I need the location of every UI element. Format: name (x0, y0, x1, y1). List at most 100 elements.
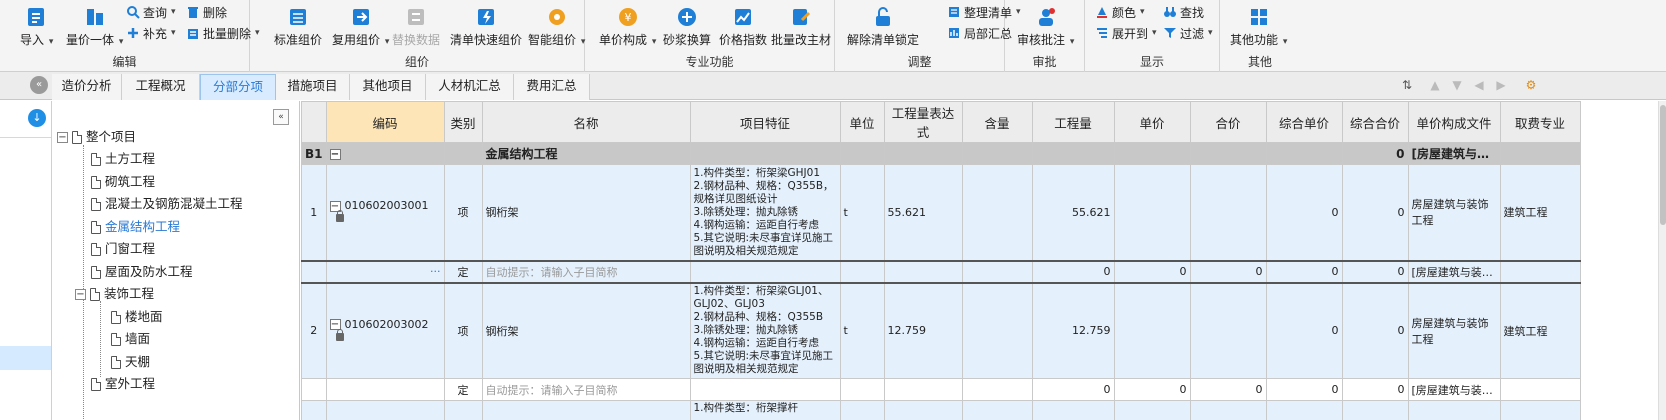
expression-cell[interactable] (883, 400, 963, 420)
tab-other-items[interactable]: 其他项目 (350, 74, 426, 100)
tree-node[interactable]: 砌筑工程 (91, 172, 155, 192)
column-header-quantity[interactable]: 工程量 (1031, 101, 1115, 143)
column-header-comp-total[interactable]: 综合合价 (1341, 101, 1409, 143)
content-cell[interactable] (961, 400, 1033, 420)
table-row-partial[interactable]: 1.构件类型：桁架撑杆 (301, 400, 1581, 420)
specialty-cell[interactable] (1499, 259, 1581, 284)
tree-node[interactable]: 室外工程 (91, 374, 155, 394)
unit-cell[interactable] (839, 400, 885, 420)
tree-node[interactable]: 天棚 (111, 352, 150, 372)
type-cell[interactable]: 项 (443, 164, 483, 261)
total-cell[interactable] (1189, 282, 1267, 379)
comp-total-cell[interactable]: 0 (1341, 378, 1409, 401)
specialty-cell[interactable] (1499, 378, 1581, 401)
reuse-price-button[interactable]: 复用组价 (332, 6, 389, 48)
comp-unit-price-cell[interactable] (1265, 400, 1343, 420)
code-cell[interactable]: −010602003001 (325, 164, 445, 261)
collapse-node-icon[interactable]: − (57, 131, 68, 143)
tree-node-selected[interactable]: 金属结构工程 (91, 217, 180, 237)
expression-cell[interactable] (883, 259, 963, 284)
column-header-price-file[interactable]: 单价构成文件 (1407, 101, 1501, 143)
quantity-cell[interactable] (1031, 142, 1115, 165)
unit-cell[interactable] (839, 259, 885, 284)
name-cell[interactable]: 自动提示：请输入子目简称 (481, 378, 691, 401)
content-cell[interactable] (961, 378, 1033, 401)
comp-unit-price-cell[interactable]: 0 (1265, 378, 1343, 401)
comp-unit-price-cell[interactable]: 0 (1265, 259, 1343, 284)
code-cell[interactable]: ··· (325, 259, 445, 284)
expand-to-button[interactable]: 展开到 (1095, 24, 1157, 42)
tree-node[interactable]: 屋面及防水工程 (91, 262, 193, 282)
unit-compose-button[interactable]: ¥ 单价构成 (599, 6, 656, 48)
feature-cell[interactable]: 1.构件类型：桁架撑杆 (689, 400, 841, 420)
table-row[interactable]: 定 自动提示：请输入子目简称 0 0 0 0 0 [房屋建筑与装… (301, 378, 1581, 401)
move-right-icon[interactable]: ▶ (1494, 78, 1508, 92)
section-row[interactable]: B1 − 金属结构工程 0 [房屋建筑与… (301, 142, 1581, 165)
name-cell[interactable]: 金属结构工程 (481, 142, 691, 165)
type-cell[interactable]: 定 (443, 259, 483, 284)
type-cell[interactable]: 项 (443, 282, 483, 379)
feature-cell[interactable] (689, 259, 841, 284)
comp-total-cell[interactable] (1341, 400, 1409, 420)
table-row[interactable]: 1 −010602003001 项 钢桁架 1.构件类型：桁架梁GHJ01 2.… (301, 164, 1581, 261)
column-header-specialty[interactable]: 取费专业 (1499, 101, 1581, 143)
total-cell[interactable]: 0 (1189, 259, 1267, 284)
selected-nav-item[interactable] (0, 346, 51, 370)
comp-unit-price-cell[interactable]: 0 (1265, 282, 1343, 379)
quantity-cell[interactable]: 0 (1031, 259, 1115, 284)
content-cell[interactable] (961, 164, 1033, 261)
import-button[interactable]: 导入 (20, 6, 53, 48)
feature-cell[interactable] (689, 142, 841, 165)
price-file-cell[interactable]: 房屋建筑与装饰工程 (1407, 164, 1501, 261)
comp-total-cell[interactable]: 0 (1341, 259, 1409, 284)
column-header-feature[interactable]: 项目特征 (689, 101, 841, 143)
comp-total-cell[interactable]: 0 (1341, 282, 1409, 379)
collapse-row-icon[interactable]: − (329, 148, 341, 160)
delete-button[interactable]: 删除 (186, 3, 227, 21)
move-left-icon[interactable]: ◀ (1472, 78, 1486, 92)
filter-button[interactable]: 过滤 (1163, 24, 1213, 42)
batch-delete-button[interactable]: 批量删除 (186, 24, 260, 42)
settings-icon[interactable]: ⚙ (1524, 78, 1538, 92)
more-options-icon[interactable]: ··· (430, 265, 441, 278)
column-header-type[interactable]: 类别 (443, 101, 483, 143)
unit-price-cell[interactable] (1113, 400, 1191, 420)
tree-node[interactable]: 门窗工程 (91, 239, 155, 259)
feature-cell[interactable]: 1.构件类型：桁架梁GHJ01 2.钢材品种、规格：Q355B，规格详见图纸设计… (689, 164, 841, 261)
type-cell[interactable] (443, 142, 483, 165)
unlock-list-button[interactable]: 解除清单锁定 (847, 6, 919, 48)
quick-price-button[interactable]: 清单快速组价 (450, 6, 522, 48)
code-cell[interactable]: −010602003002 (325, 282, 445, 379)
name-cell[interactable]: 钢桁架 (481, 164, 691, 261)
unit-cell[interactable] (839, 142, 885, 165)
quantity-price-button[interactable]: 量价一体 (66, 6, 123, 48)
column-header-name[interactable]: 名称 (481, 101, 691, 143)
smart-price-button[interactable]: 智能组价 (528, 6, 585, 48)
code-cell[interactable]: − (325, 142, 445, 165)
tree-node[interactable]: 土方工程 (91, 149, 155, 169)
color-button[interactable]: 颜色 (1095, 3, 1145, 21)
tree-node-root[interactable]: − 整个项目 (57, 127, 136, 147)
content-cell[interactable] (961, 259, 1033, 284)
tab-items[interactable]: 分部分项 (200, 74, 276, 100)
unit-price-cell[interactable]: 0 (1113, 259, 1191, 284)
expression-cell[interactable] (883, 378, 963, 401)
comp-total-cell[interactable]: 0 (1341, 164, 1409, 261)
table-row-selected[interactable]: ··· 定 自动提示：请输入子目简称 0 0 0 0 0 [房屋建筑与装… (301, 259, 1581, 284)
tab-project-overview[interactable]: 工程概况 (122, 74, 200, 100)
sort-icon[interactable]: ⇅ (1400, 78, 1414, 92)
specialty-cell[interactable] (1499, 400, 1581, 420)
comp-unit-price-cell[interactable]: 0 (1265, 164, 1343, 261)
comp-total-cell[interactable]: 0 (1341, 142, 1409, 165)
tree-node[interactable]: 混凝土及钢筋混凝土工程 (91, 194, 243, 214)
tab-measures[interactable]: 措施项目 (276, 74, 350, 100)
content-cell[interactable] (961, 142, 1033, 165)
tab-cost-analysis[interactable]: 造价分析 (52, 74, 122, 100)
unit-price-cell[interactable] (1113, 142, 1191, 165)
price-file-cell[interactable]: [房屋建筑与装… (1407, 378, 1501, 401)
standard-price-button[interactable]: 标准组价 (274, 6, 322, 48)
tab-fee-summary[interactable]: 费用汇总 (514, 74, 590, 100)
type-cell[interactable] (443, 400, 483, 420)
name-cell[interactable]: 钢桁架 (481, 282, 691, 379)
mortar-convert-button[interactable]: 砂浆换算 (663, 6, 711, 48)
